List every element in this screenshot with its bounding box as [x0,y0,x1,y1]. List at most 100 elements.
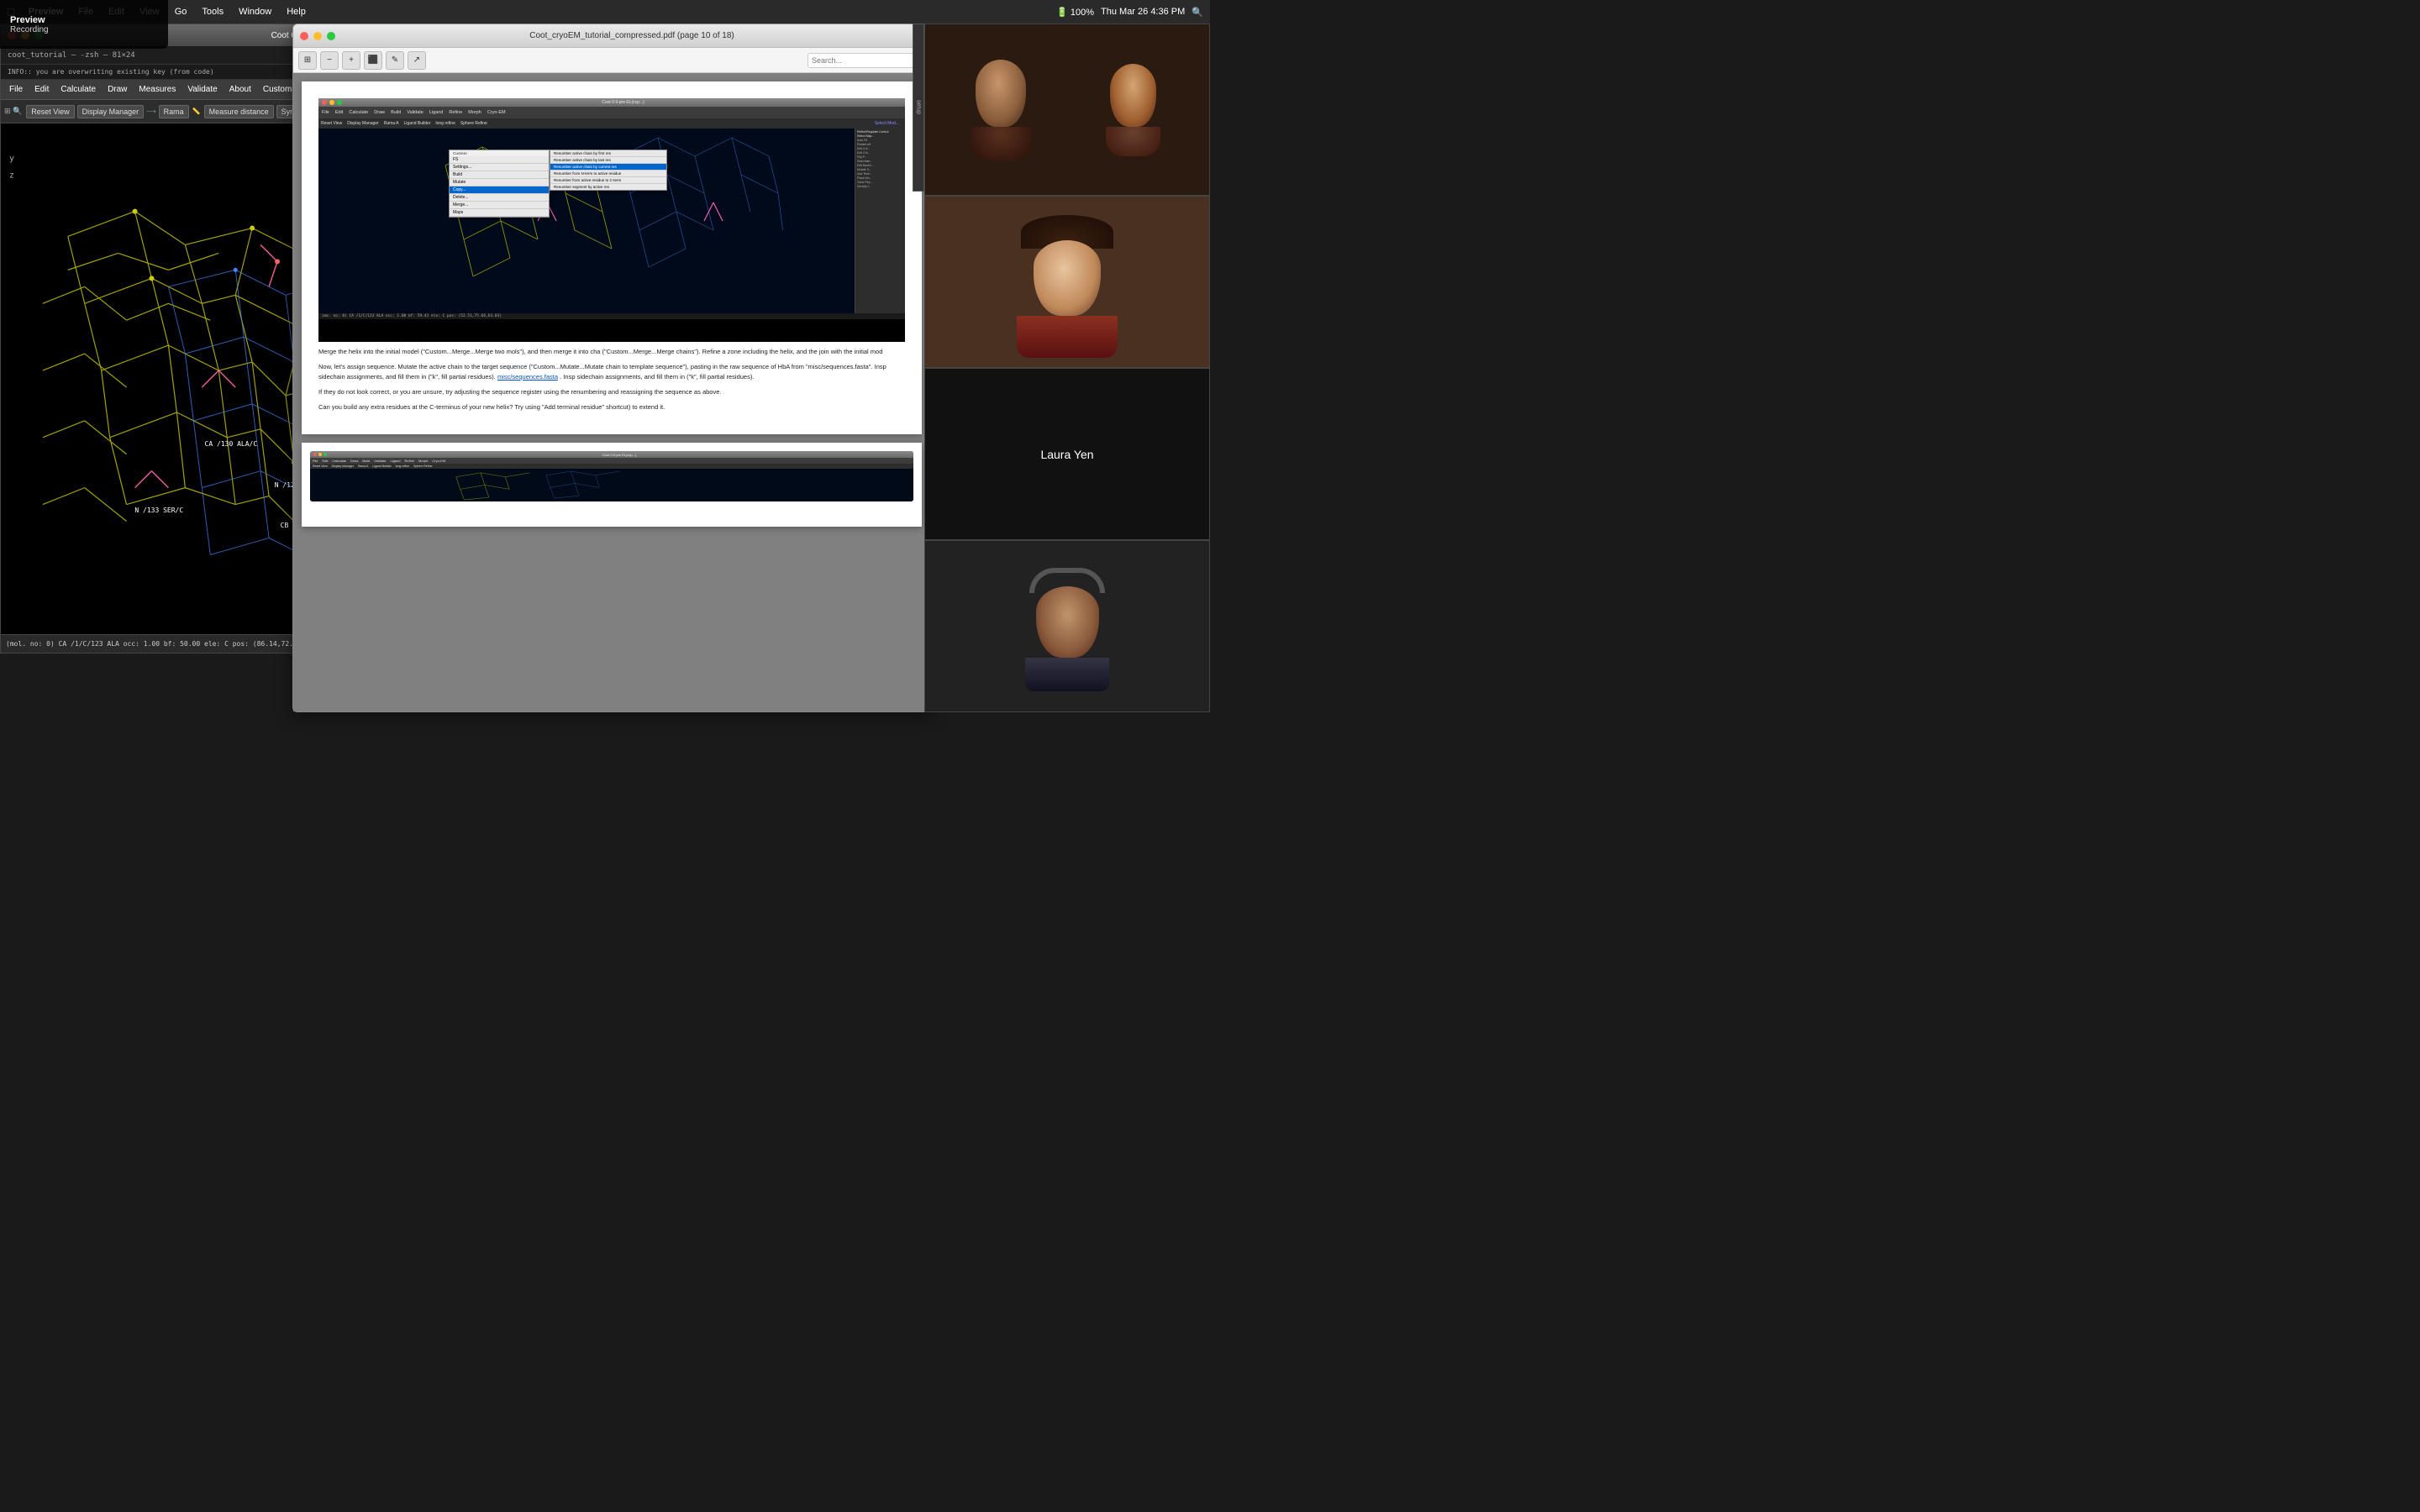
toolbar-rama[interactable]: Rama [159,105,189,118]
video-panel-2 [924,196,1210,368]
inner-dropdown-maps[interactable]: Maps [450,209,549,217]
pdf-search-input[interactable] [808,53,925,68]
inner-subdropdown-item-4[interactable]: Renumber from N-term to active residue [550,171,666,177]
pdf-page-11-img: Coot 0.9-pre EL(ccp...) File Edit Calcul… [310,451,913,501]
app-menu-go[interactable]: Go [170,7,192,17]
svg-text:y: y [9,155,14,164]
video-panel-1-content [925,24,1209,195]
coot-menu-validate[interactable]: Validate [182,83,222,96]
person-2-face [1110,64,1156,127]
toolbar-display-manager[interactable]: Display Manager [77,105,145,118]
video-panel-laura: Laura Yen [924,368,1210,540]
inner-menu-build[interactable]: Build [391,110,401,115]
person-4-face [1036,586,1099,658]
toolbar-reset-view[interactable]: Reset View [26,105,74,118]
laura-yen-name: Laura Yen [1040,448,1093,461]
inner-subdropdown: Renumber active chain by first res Renum… [550,150,667,191]
pdf-fit-btn[interactable]: ⬛ [364,51,382,70]
coot-menu-measures[interactable]: Measures [134,83,181,96]
pdf-text-assign: Now, let's assign sequence. Mutate the a… [318,362,905,382]
inner-menu-file[interactable]: File [322,110,329,115]
recording-app-name: Preview [10,15,158,25]
inner-dropdown-build[interactable]: Build [450,171,549,179]
inner-toolbar-ligand[interactable]: Ligand Builder [404,121,431,126]
inner-dropdown-fs[interactable]: FS [450,156,549,164]
inner-toolbar-display[interactable]: Display Manager [347,121,379,126]
svg-text:z: z [9,171,14,181]
pdf-text-incorrect: If they do not look correct, or you are … [318,387,905,397]
coot-menu-calculate[interactable]: Calculate [55,83,101,96]
inner-menu-morph[interactable]: Morph [468,110,481,115]
inner-dropdown-settings[interactable]: Settings... [450,164,549,171]
inner-menu-draw[interactable]: Draw [374,110,385,115]
page11-toolbar-reset: Reset View [313,465,328,468]
coot-menu-about[interactable]: About [224,83,256,96]
inner-right-panel-item-4: RotateLeft [857,143,903,146]
inner-coot-screenshot: Coot 0.9-pre EL(ccp...) File Edit Calcul… [318,98,905,342]
inner-menu-calculate[interactable]: Calculate [349,110,368,115]
info-text: INFO:: you are overwriting existing key … [8,68,214,76]
inner-right-panel-item-1: Refine/Regulate Control [857,130,903,134]
app-menu-tools[interactable]: Tools [197,7,229,17]
inner-menu-cryoem[interactable]: Cryo-EM [487,110,506,115]
page11-menu-edit: Edit [322,459,328,463]
inner-toolbar-refine[interactable]: long refine [436,121,455,126]
pdf-window-close[interactable] [300,32,308,40]
page11-mini-viewport [310,469,913,501]
pdf-toolbar: ⊞ − + ⬛ ✎ ↗ [293,48,930,73]
pdf-zoom-in-btn[interactable]: + [342,51,360,70]
inner-statusbar: imo. no: 0) CA /1/C/123 ALA occ: 1.00 bf… [318,313,905,319]
coot-menu-file[interactable]: File [4,83,28,96]
page11-toolbar-rama: Rama A [358,465,368,468]
page11-menu-file: File [313,459,318,463]
pdf-window-maximize[interactable] [327,32,335,40]
inner-subdropdown-item-3-selected[interactable]: Renumber active chain by current res [550,164,666,171]
pdf-content[interactable]: Coot 0.9-pre EL(ccp...) File Edit Calcul… [293,73,930,711]
inner-toolbar-rama[interactable]: Rama A [384,121,399,126]
inner-menu-validate[interactable]: Validate [407,110,423,115]
app-menu-help[interactable]: Help [281,7,311,17]
video-panel-4-content [925,541,1209,711]
page11-menu-cryoem: Cryo-EM [432,459,445,463]
inner-toolbar-reset[interactable]: Reset View [321,121,342,126]
pdf-share-btn[interactable]: ↗ [408,51,426,70]
inner-menu-edit[interactable]: Edit [335,110,343,115]
page11-toolbar-display: Display Manager [332,465,354,468]
inner-subdropdown-item-1[interactable]: Renumber active chain by first res [550,150,666,157]
inner-menu-ligand[interactable]: Ligand [429,110,444,115]
pdf-window-title: Coot_cryoEM_tutorial_compressed.pdf (pag… [529,31,734,40]
inner-dropdown-mutate[interactable]: Mutate [450,179,549,186]
inner-toolbar-select[interactable]: Select Mod... [875,121,899,126]
pdf-zoom-out-btn[interactable]: − [320,51,339,70]
pdf-annotate-btn[interactable]: ✎ [386,51,404,70]
residue-label-n133: N /133 SER/C [134,507,183,514]
inner-dropdown-delete[interactable]: Delete... [450,194,549,202]
right-panel-addon: setup [913,24,924,192]
inner-toolbar-sphere[interactable]: Sphere Refine [460,121,487,126]
app-menu-window[interactable]: Window [234,7,276,17]
person-2-body [1106,127,1160,156]
residue-label-ca130: CA /130 ALA/C [205,440,258,448]
inner-right-panel-item-8: Sidechain... [857,160,903,163]
inner-dropdown-copy[interactable]: Copy... [450,186,549,194]
person-1-body [971,127,1030,160]
pdf-window: Coot_cryoEM_tutorial_compressed.pdf (pag… [292,24,931,712]
coot-menu-draw[interactable]: Draw [103,83,132,96]
pdf-grid-btn[interactable]: ⊞ [298,51,317,70]
inner-menu-refine[interactable]: Refine [449,110,462,115]
page11-menu-validate: Validate [374,459,386,463]
inner-right-panel-item-6: Edit Crit... [857,151,903,155]
page11-mol-svg [310,469,913,501]
pdf-window-minimize[interactable] [313,32,322,40]
search-icon[interactable]: 🔍 [1192,7,1203,18]
inner-subdropdown-item-5[interactable]: Renumber from active residue to C-term [550,177,666,184]
video-panels-container: Laura Yen [924,24,1210,712]
inner-dropdown-merge[interactable]: Merge... [450,202,549,209]
toolbar-measure-distance[interactable]: Measure distance [204,105,274,118]
coot-menu-custom[interactable]: Custom [258,83,297,96]
inner-subdropdown-item-6[interactable]: Renumber segment by active res [550,184,666,190]
pdf-link-sequences[interactable]: misc/sequences.fasta [497,373,558,381]
page11-menu-build: Build [362,459,370,463]
inner-subdropdown-item-2[interactable]: Renumber active chain by last res [550,157,666,164]
coot-menu-edit[interactable]: Edit [29,83,54,96]
